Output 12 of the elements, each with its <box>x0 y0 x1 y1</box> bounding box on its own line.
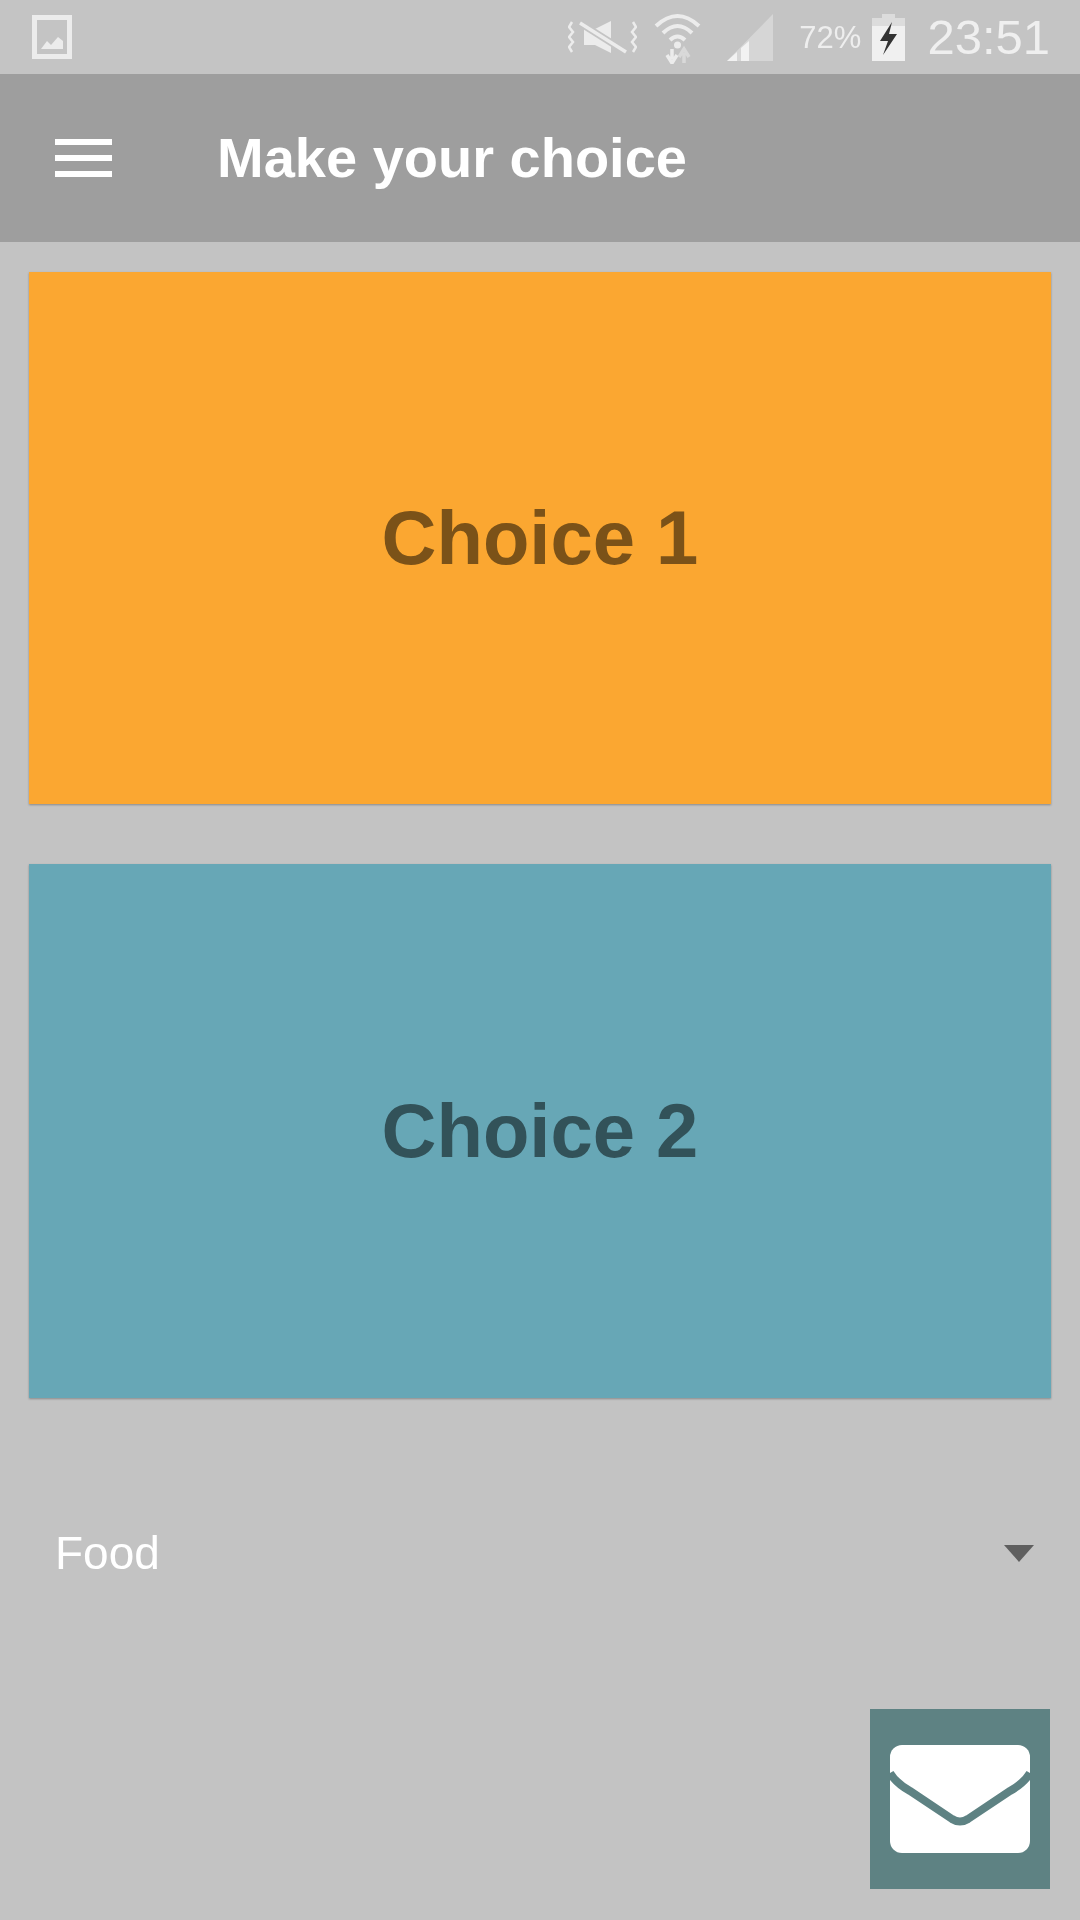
gallery-icon <box>32 15 72 59</box>
category-dropdown[interactable]: Food <box>29 1505 1051 1601</box>
caret-down-icon <box>1004 1544 1034 1562</box>
mail-button[interactable] <box>870 1709 1050 1889</box>
choice-card[interactable]: Choice 2 <box>29 864 1051 1398</box>
menu-icon <box>55 139 112 177</box>
choice-card[interactable]: Choice 1 <box>29 272 1051 804</box>
menu-button[interactable] <box>55 139 112 177</box>
envelope-icon <box>890 1745 1030 1853</box>
muted-vibrate-icon <box>568 19 638 55</box>
battery-charging-icon <box>872 13 906 61</box>
signal-icon <box>727 13 774 61</box>
